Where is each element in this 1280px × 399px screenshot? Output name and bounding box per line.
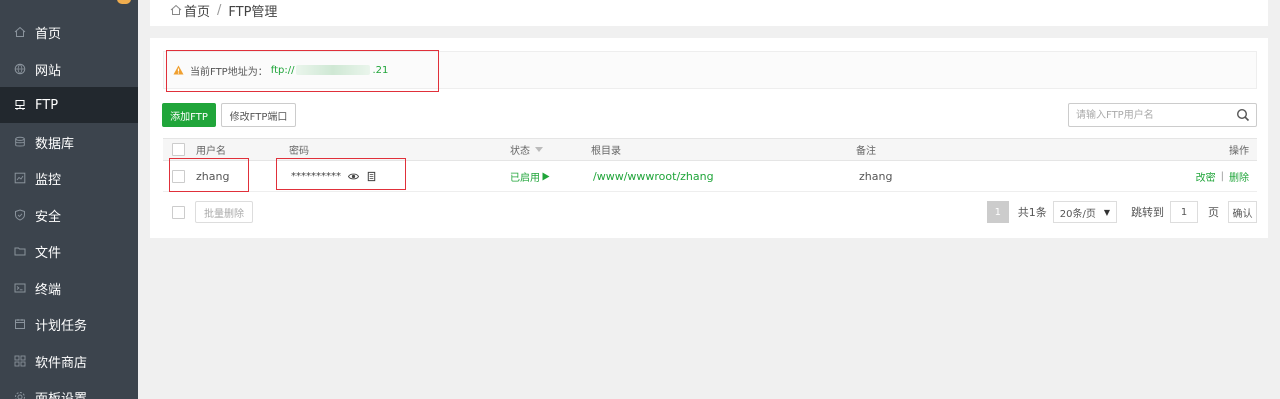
sidebar-item-label: 安全 [35,209,62,225]
sidebar-item-settings[interactable]: 面板设置 [0,379,138,399]
batch-delete-button[interactable]: 批量删除 [195,201,253,223]
sidebar-item-files[interactable]: 文件 [0,233,138,269]
sidebar-item-label: 监控 [35,172,62,188]
row-actions: 改密 | 删除 [1196,161,1249,191]
ftp-address-notice: 当前FTP地址为： ftp://.21 [163,51,1257,89]
globe-icon [14,63,26,75]
pagination: 1 共1条 20条/页 ▼ 跳转到 页 确认 [986,200,1257,224]
home-icon [14,26,26,38]
breadcrumb-separator: / [217,2,222,18]
sidebar-item-store[interactable]: 软件商店 [0,343,138,379]
column-password: 密码 [289,146,309,157]
sidebar-item-ftp[interactable]: FTP [0,87,138,123]
play-icon [542,172,550,181]
terminal-icon [14,282,26,294]
shield-icon [14,209,26,221]
sidebar-item-label: 首页 [35,26,62,42]
delete-link[interactable]: 删除 [1229,169,1249,184]
breadcrumb-home[interactable]: 首页 [184,1,210,20]
sidebar-item-label: 网站 [35,63,62,79]
ftp-address-value: ftp://.21 [270,64,389,76]
sidebar-item-label: 数据库 [35,136,75,152]
column-actions: 操作 [1229,146,1249,157]
gear-icon [14,391,26,399]
sidebar-item-label: 文件 [35,245,62,261]
total-count: 共1条 [1017,206,1047,219]
ftp-panel: 当前FTP地址为： ftp://.21 添加FTP 修改FTP端口 用户名 密码… [150,38,1268,238]
breadcrumb-current: FTP管理 [228,4,278,20]
jump-label: 跳转到 [1131,206,1164,219]
database-icon [14,136,26,148]
table-header: 用户名 密码 状态 根目录 备注 操作 [163,138,1257,161]
action-separator: | [1220,170,1224,182]
warning-icon [173,65,184,75]
column-root: 根目录 [591,146,621,157]
row-status[interactable]: 已启用 [510,161,550,191]
row-note[interactable]: zhang [859,161,892,191]
sort-caret-icon [535,147,543,152]
sidebar: 首页 网站 FTP 数据库 监控 安全 文件 终端 计划任务 软件商店 面板设置 [0,0,138,399]
add-ftp-button[interactable]: 添加FTP [162,103,216,127]
table-row: zhang ********** 已启用 /www/wwwroot/zhang … [163,161,1257,192]
page-unit-label: 页 [1208,206,1219,219]
breadcrumb: 首页 / FTP管理 [150,0,1268,26]
ftp-address-label: 当前FTP地址为： [190,66,268,78]
sidebar-item-database[interactable]: 数据库 [0,124,138,160]
table-footer: 批量删除 1 共1条 20条/页 ▼ 跳转到 页 确认 [163,200,1257,226]
sidebar-item-label: 软件商店 [35,355,88,371]
row-root-dir[interactable]: /www/wwwroot/zhang [593,161,714,191]
sidebar-item-terminal[interactable]: 终端 [0,270,138,306]
row-password: ********** [291,161,377,191]
sidebar-item-label: 计划任务 [35,318,88,334]
change-password-link[interactable]: 改密 [1196,169,1216,184]
search-icon[interactable] [1236,108,1250,122]
confirm-jump-button[interactable]: 确认 [1228,201,1257,223]
column-status[interactable]: 状态 [510,139,543,160]
sidebar-item-website[interactable]: 网站 [0,51,138,87]
jump-page-input[interactable] [1170,201,1198,223]
chevron-down-icon: ▼ [1103,207,1110,217]
column-note: 备注 [856,146,876,157]
column-username: 用户名 [196,146,226,157]
row-username: zhang [196,169,230,183]
copy-icon[interactable] [366,171,377,182]
calendar-icon [14,318,26,330]
sidebar-item-home[interactable]: 首页 [0,14,138,50]
eye-icon[interactable] [348,171,359,182]
sidebar-item-monitor[interactable]: 监控 [0,160,138,196]
apps-icon [14,355,26,367]
search-box [1068,103,1257,127]
sidebar-item-label: 终端 [35,282,62,298]
current-page-button[interactable]: 1 [986,201,1009,223]
change-ftp-port-button[interactable]: 修改FTP端口 [221,103,296,127]
select-all-checkbox[interactable] [172,143,185,156]
footer-select-checkbox[interactable] [172,206,185,219]
ftp-icon [14,99,26,111]
home-icon [170,4,182,16]
search-input[interactable] [1069,104,1227,126]
redacted-address [296,64,371,75]
sidebar-item-label: FTP [35,97,59,113]
notification-badge [117,0,131,4]
row-checkbox[interactable] [172,169,185,183]
sidebar-item-cron[interactable]: 计划任务 [0,306,138,342]
monitor-icon [14,172,26,184]
folder-icon [14,245,26,257]
page-size-select[interactable]: 20条/页 ▼ [1052,201,1117,223]
sidebar-item-security[interactable]: 安全 [0,197,138,233]
sidebar-item-label: 面板设置 [35,391,88,399]
